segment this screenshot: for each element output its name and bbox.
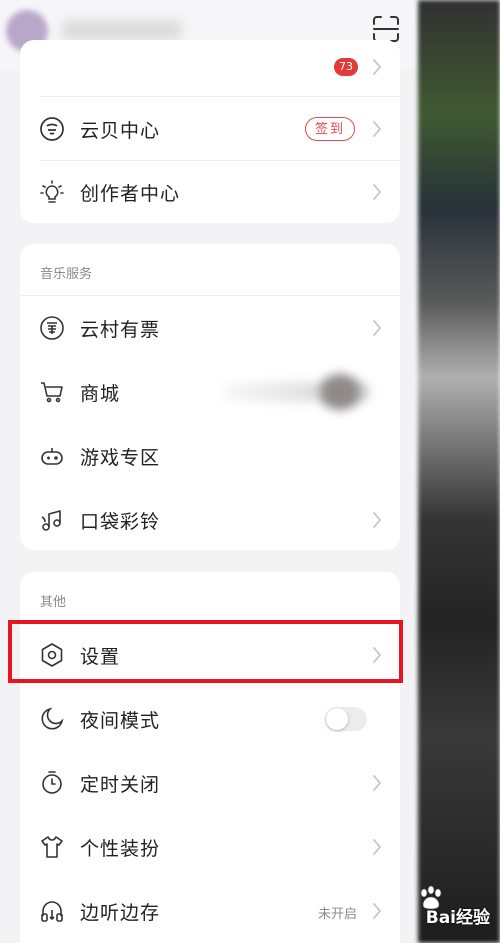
promo-image-blurred: [320, 374, 360, 410]
chevron-right-icon: [373, 775, 382, 791]
chevron-right-icon: [373, 512, 382, 528]
ringtone-icon: [39, 507, 65, 533]
status-text: 未开启: [317, 907, 357, 922]
menu-item-label: 边听边存: [80, 901, 161, 924]
lightbulb-icon: [39, 179, 65, 205]
timer-icon: [39, 770, 65, 796]
menu-item-creator-center[interactable]: 创作者中心: [20, 160, 400, 224]
menu-item-label: 云村有票: [80, 318, 161, 341]
menu-item-listen-save[interactable]: 边听边存 未开启: [20, 879, 400, 943]
section-title: 音乐服务: [40, 267, 93, 282]
moon-icon: [39, 706, 65, 732]
menu-item-theme-dressup[interactable]: 个性装扮: [20, 815, 400, 879]
side-drawer: 73 云贝中心 签到 创作者中心 音乐服务 云村有票 商城 游戏专区 口袋彩铃 …: [0, 0, 418, 943]
card-top: 73 云贝中心 签到 创作者中心: [20, 40, 400, 223]
section-title: 其他: [40, 595, 67, 610]
menu-item-label: 云贝中心: [80, 119, 161, 142]
menu-item-label: 定时关闭: [80, 773, 161, 796]
chevron-right-icon: [373, 320, 382, 336]
headphone-icon: [39, 898, 65, 924]
menu-item-sleep-timer[interactable]: 定时关闭: [20, 751, 400, 815]
menu-item-label: 商城: [80, 382, 121, 405]
chevron-right-icon: [373, 184, 382, 200]
chevron-right-icon: [373, 839, 382, 855]
menu-item-label: 口袋彩铃: [80, 510, 161, 533]
watermark-text: Bai经验: [425, 908, 490, 928]
menu-item-label: 游戏专区: [80, 446, 161, 469]
chevron-right-icon: [373, 59, 382, 75]
watermark: Bai经验: [418, 880, 500, 940]
background-app-blurred: [418, 0, 500, 943]
username-blurred: [62, 20, 182, 40]
shirt-icon: [39, 834, 65, 860]
gamepad-icon: [39, 443, 65, 469]
cloud-coin-icon: [39, 116, 65, 142]
chevron-right-icon: [373, 121, 382, 137]
card-music-services: 音乐服务 云村有票 商城 游戏专区 口袋彩铃: [20, 244, 400, 550]
ticket-icon: [39, 315, 65, 341]
menu-item-label: 个性装扮: [80, 837, 161, 860]
sign-in-button[interactable]: 签到: [305, 117, 355, 141]
menu-item-games[interactable]: 游戏专区: [20, 424, 400, 488]
menu-item-night-mode[interactable]: 夜间模式: [20, 687, 400, 751]
notification-badge: 73: [334, 58, 358, 76]
chevron-right-icon: [373, 903, 382, 919]
menu-item-ringtone[interactable]: 口袋彩铃: [20, 488, 400, 552]
menu-item-label: 夜间模式: [80, 709, 161, 732]
menu-item-label: 创作者中心: [80, 182, 181, 205]
menu-item-cloud-coin[interactable]: 云贝中心 签到: [20, 97, 400, 161]
cart-icon: [39, 379, 65, 405]
night-mode-toggle[interactable]: [325, 707, 367, 731]
highlight-box: [8, 620, 403, 683]
toggle-knob: [326, 708, 348, 730]
menu-item-mall[interactable]: 商城: [20, 360, 400, 424]
menu-item-tickets[interactable]: 云村有票: [20, 296, 400, 360]
